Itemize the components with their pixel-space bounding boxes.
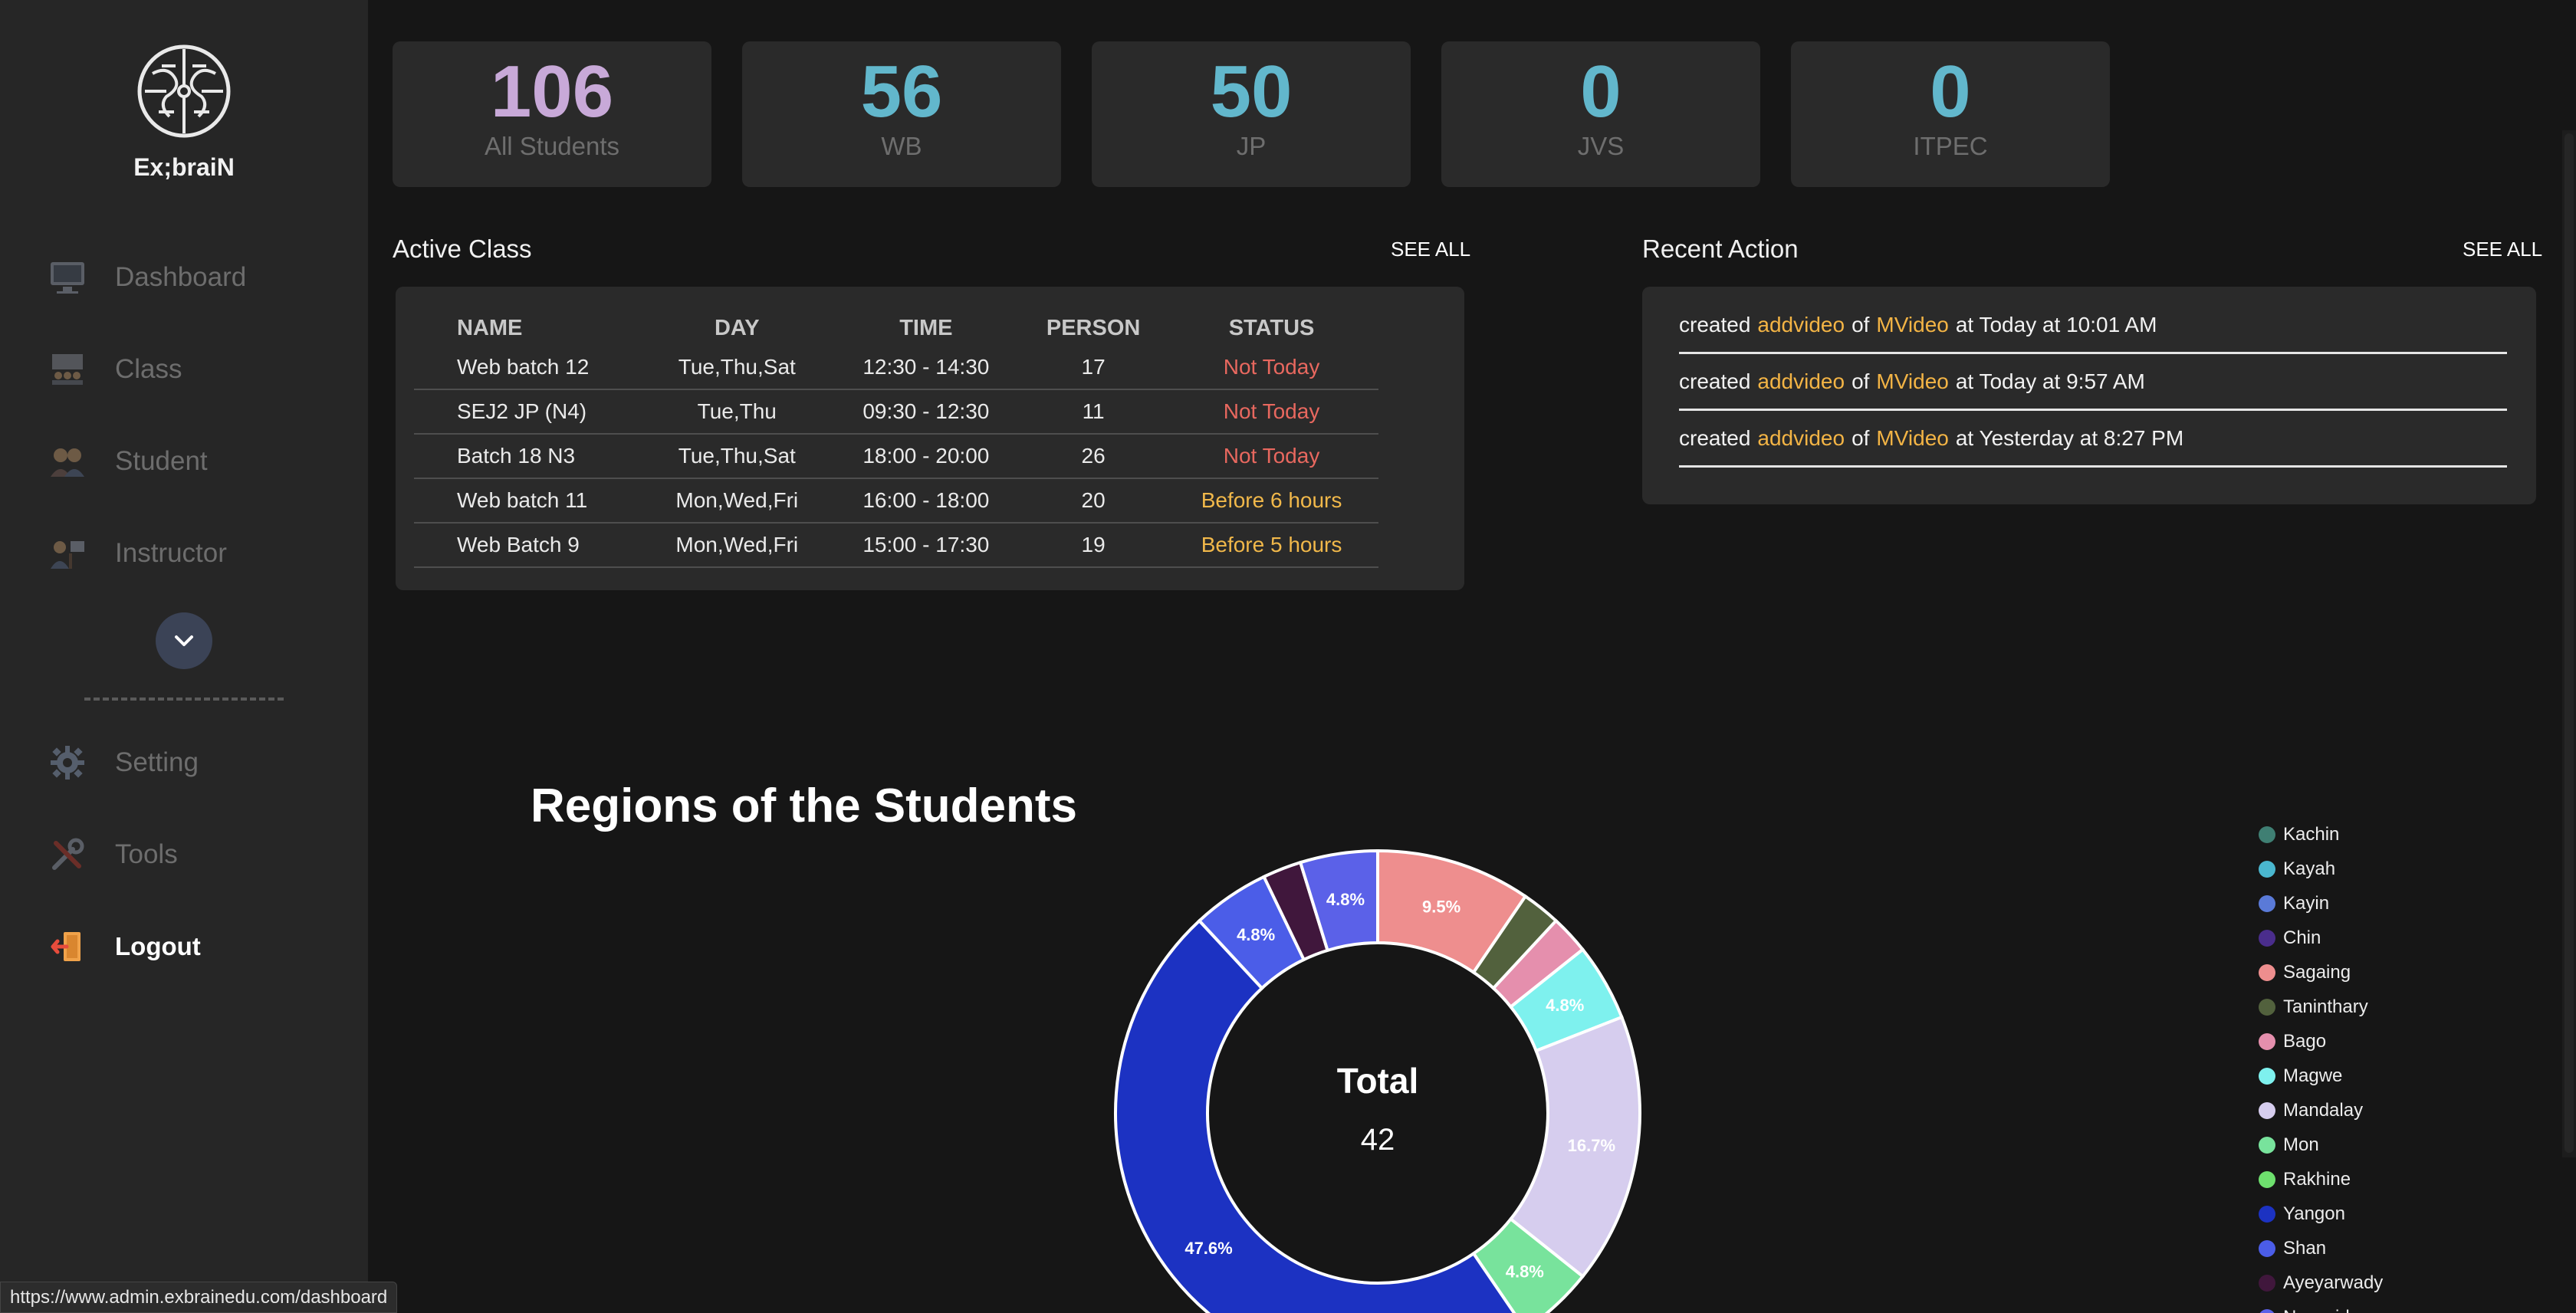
legend-label: Yangon	[2283, 1203, 2345, 1224]
legend-label: Rakhine	[2283, 1168, 2351, 1190]
legend-swatch	[2259, 860, 2275, 878]
legend-item-ayeyarwady[interactable]: Ayeyarwady	[2259, 1265, 2383, 1300]
legend-label: Kachin	[2283, 823, 2340, 845]
legend-item-mandalay[interactable]: Mandalay	[2259, 1093, 2383, 1128]
legend-label: Taninthary	[2283, 996, 2368, 1017]
status-bar-url: https://www.admin.exbrainedu.com/dashboa…	[0, 1282, 398, 1313]
legend-label: Kayin	[2283, 892, 2330, 914]
legend-swatch	[2259, 1308, 2275, 1313]
legend-swatch	[2259, 826, 2275, 843]
legend-item-naypyidaw[interactable]: Naypyidaw	[2259, 1300, 2383, 1313]
legend-item-kayin[interactable]: Kayin	[2259, 886, 2383, 921]
slice-label-yangon: 47.6%	[1184, 1239, 1232, 1258]
legend-item-mon[interactable]: Mon	[2259, 1128, 2383, 1162]
scrollbar-thumb[interactable]	[2564, 133, 2574, 1153]
legend-swatch	[2259, 1239, 2275, 1257]
slice-label-magwe: 4.8%	[1546, 996, 1584, 1015]
legend-label: Bago	[2283, 1030, 2327, 1052]
donut-center-value: 42	[1361, 1123, 1395, 1157]
legend-label: Kayah	[2283, 858, 2336, 879]
slice-label-mandalay: 16.7%	[1568, 1136, 1615, 1155]
legend-label: Magwe	[2283, 1065, 2343, 1086]
legend-swatch	[2259, 998, 2275, 1016]
legend-item-taninthary[interactable]: Taninthary	[2259, 990, 2383, 1024]
legend-label: Ayeyarwady	[2283, 1272, 2384, 1293]
legend-swatch	[2259, 1205, 2275, 1223]
legend-item-shan[interactable]: Shan	[2259, 1231, 2383, 1265]
slice-label-mon: 4.8%	[1506, 1262, 1544, 1282]
legend-label: Shan	[2283, 1237, 2327, 1259]
legend-swatch	[2259, 1067, 2275, 1085]
legend-item-kayah[interactable]: Kayah	[2259, 852, 2383, 886]
legend-label: Naypyidaw	[2283, 1307, 2373, 1313]
slice-label-sagaing: 9.5%	[1422, 898, 1460, 917]
legend-swatch	[2259, 1101, 2275, 1119]
legend-swatch	[2259, 1170, 2275, 1188]
legend-swatch	[2259, 1136, 2275, 1154]
legend-item-sagaing[interactable]: Sagaing	[2259, 955, 2383, 990]
legend-swatch	[2259, 894, 2275, 912]
legend-label: Chin	[2283, 927, 2321, 948]
legend-item-chin[interactable]: Chin	[2259, 921, 2383, 955]
donut-slice-yangon[interactable]	[1114, 918, 1526, 1313]
legend-item-rakhine[interactable]: Rakhine	[2259, 1162, 2383, 1196]
legend-label: Sagaing	[2283, 961, 2351, 983]
legend-item-magwe[interactable]: Magwe	[2259, 1059, 2383, 1093]
legend-item-yangon[interactable]: Yangon	[2259, 1196, 2383, 1231]
slice-label-naypyidaw: 4.8%	[1326, 890, 1365, 909]
legend-label: Mandalay	[2283, 1099, 2364, 1121]
legend-item-bago[interactable]: Bago	[2259, 1024, 2383, 1059]
legend-swatch	[2259, 1032, 2275, 1050]
regions-donut-chart: 9.5% 4.8% 16.7% 4.8% 47.6% 4.8% 4.8% Total 42	[1114, 849, 1641, 1313]
legend-swatch	[2259, 963, 2275, 981]
dashboard-app: Ex;braiN Dashboard Class Student Instruc…	[0, 0, 2576, 1313]
chart-legend: Kachin Kayah Kayin Chin Sagaing Taninthary Bag…	[2259, 817, 2383, 1313]
donut-center-label: Total	[1337, 1061, 1418, 1101]
slice-label-shan: 4.8%	[1237, 925, 1275, 944]
legend-swatch	[2259, 1274, 2275, 1292]
legend-label: Mon	[2283, 1134, 2319, 1155]
legend-swatch	[2259, 929, 2275, 947]
legend-item-kachin[interactable]: Kachin	[2259, 817, 2383, 852]
